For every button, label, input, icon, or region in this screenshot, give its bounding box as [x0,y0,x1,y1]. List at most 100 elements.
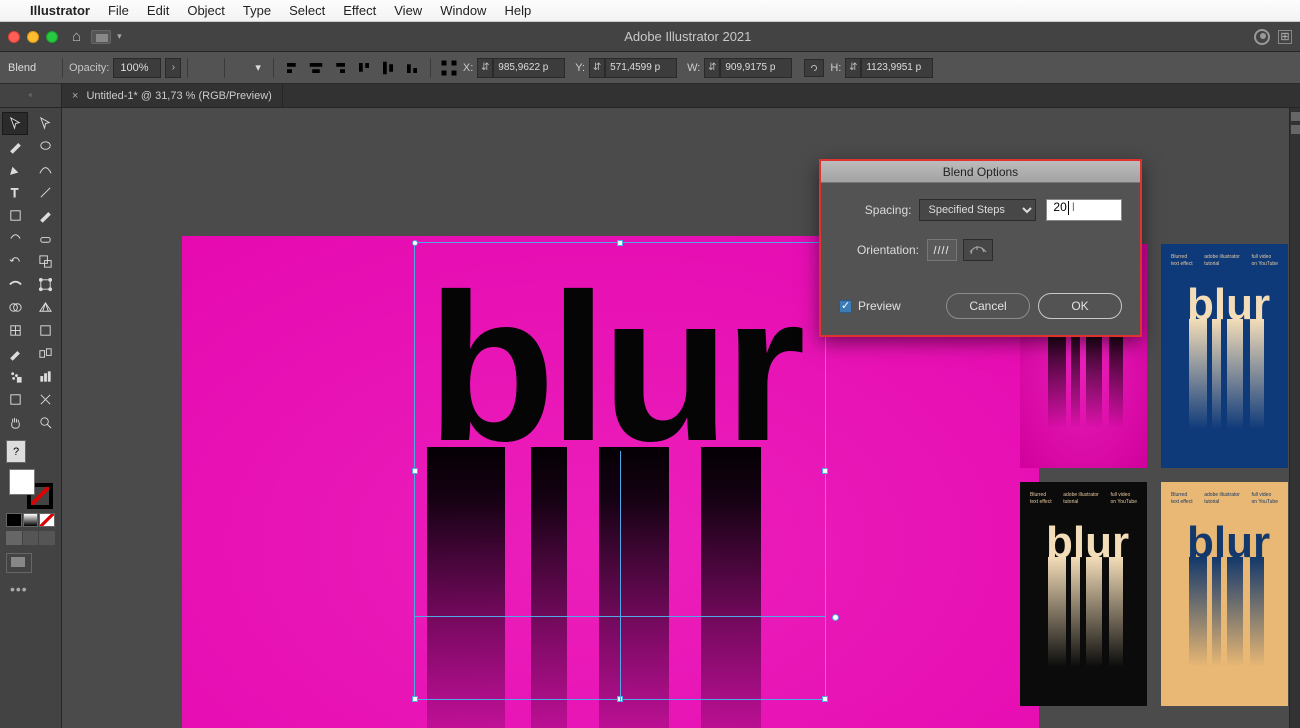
w-stepper[interactable]: ⇵ [704,58,720,78]
draw-normal-icon[interactable] [6,531,22,545]
document-tab[interactable]: × Untitled-1* @ 31,73 % (RGB/Preview) [62,84,283,107]
screen-mode-icon[interactable] [6,553,32,573]
graph-tool-icon[interactable] [33,365,59,388]
x-field[interactable]: 985,9622 p [493,58,565,78]
menu-window[interactable]: Window [440,3,486,18]
direct-selection-tool-icon[interactable] [33,112,59,135]
color-mode-row [0,511,61,529]
curvature-tool-icon[interactable] [33,158,59,181]
color-solid-icon[interactable] [6,513,22,527]
mesh-tool-icon[interactable] [2,319,28,342]
symbol-sprayer-tool-icon[interactable] [2,365,28,388]
y-field[interactable]: 571,4599 p [605,58,677,78]
steps-input[interactable]: 20I [1046,199,1122,221]
align-bottom-icon[interactable] [401,57,423,79]
color-gradient-icon[interactable] [23,513,39,527]
transform-icon[interactable] [232,57,254,79]
artboard-tool-icon[interactable] [2,388,28,411]
spacing-select[interactable]: Specified Steps [919,199,1036,221]
window-zoom-button[interactable] [46,31,58,43]
align-hcenter-icon[interactable] [305,57,327,79]
eyedropper-tool-icon[interactable] [2,342,28,365]
close-tab-icon[interactable]: × [72,90,78,102]
blend-options-dialog: Blend Options Spacing: Specified Steps 2… [819,159,1142,337]
home-icon[interactable]: ⌂ [72,28,81,45]
opacity-field[interactable]: 100% [113,58,161,78]
align-left-icon[interactable] [281,57,303,79]
orientation-align-page-icon[interactable] [927,239,957,261]
thumb-black: Blurredtext effectadobe illustratortutor… [1020,482,1147,706]
unknown-tool-icon[interactable]: ? [6,440,26,463]
menu-file[interactable]: File [108,3,129,18]
align-right-icon[interactable] [329,57,351,79]
free-transform-tool-icon[interactable] [33,273,59,296]
spacing-label: Spacing: [839,203,911,217]
align-vcenter-icon[interactable] [377,57,399,79]
rectangle-tool-icon[interactable] [2,204,28,227]
fill-swatch[interactable] [9,469,35,495]
selection-tool-icon[interactable] [2,112,28,135]
macos-menubar: Illustrator File Edit Object Type Select… [0,0,1300,22]
draw-inside-icon[interactable] [39,531,55,545]
type-tool-icon[interactable]: T [2,181,28,204]
preview-checkbox[interactable] [839,300,852,313]
slice-tool-icon[interactable] [33,388,59,411]
document-tab-title: Untitled-1* @ 31,73 % (RGB/Preview) [86,90,271,102]
workspace-switcher[interactable] [91,30,111,44]
paintbrush-tool-icon[interactable] [33,204,59,227]
hand-tool-icon[interactable] [2,411,28,434]
menu-type[interactable]: Type [243,3,271,18]
panel-dock[interactable] [1289,108,1300,728]
cancel-button[interactable]: Cancel [946,293,1030,319]
menu-view[interactable]: View [394,3,422,18]
magic-wand-tool-icon[interactable] [2,135,28,158]
draw-behind-icon[interactable] [23,531,39,545]
window-close-button[interactable] [8,31,20,43]
fill-stroke-swatches[interactable] [9,469,53,509]
w-field[interactable]: 909,9175 p [720,58,792,78]
window-title: Adobe Illustrator 2021 [122,29,1254,44]
zoom-tool-icon[interactable] [33,411,59,434]
orientation-align-path-icon[interactable] [963,239,993,261]
color-none-icon[interactable] [39,513,55,527]
pen-tool-icon[interactable] [2,158,28,181]
line-tool-icon[interactable] [33,181,59,204]
y-stepper[interactable]: ⇵ [589,58,605,78]
opacity-stepper[interactable]: › [165,58,181,78]
toolbar-collapse-grip[interactable]: « [0,84,62,107]
link-wh-icon[interactable] [804,59,824,77]
window-minimize-button[interactable] [27,31,39,43]
share-button[interactable]: ⊞ [1278,30,1292,44]
align-top-icon[interactable] [353,57,375,79]
x-stepper[interactable]: ⇵ [477,58,493,78]
perspective-grid-tool-icon[interactable] [33,296,59,319]
width-tool-icon[interactable] [2,273,28,296]
lasso-tool-icon[interactable] [33,135,59,158]
edit-toolbar-icon[interactable]: ••• [0,573,61,597]
menu-select[interactable]: Select [289,3,325,18]
scale-tool-icon[interactable] [33,250,59,273]
ok-button[interactable]: OK [1038,293,1122,319]
menu-edit[interactable]: Edit [147,3,169,18]
tools-panel: T ? [0,108,62,728]
orientation-label: Orientation: [839,243,919,257]
menu-effect[interactable]: Effect [343,3,376,18]
blend-tool-icon[interactable] [33,342,59,365]
transform-each-icon[interactable] [438,57,460,79]
y-label: Y: [575,62,585,74]
eraser-tool-icon[interactable] [33,227,59,250]
menu-object[interactable]: Object [187,3,225,18]
rotate-tool-icon[interactable] [2,250,28,273]
draw-mode-row [0,529,61,547]
shaper-tool-icon[interactable] [2,227,28,250]
recolor-artwork-icon[interactable] [195,57,217,79]
app-menu[interactable]: Illustrator [30,3,90,18]
thumb-orange: Blurredtext effectadobe illustratortutor… [1161,482,1288,706]
h-field[interactable]: 1123,9951 p [861,58,933,78]
menu-help[interactable]: Help [504,3,531,18]
user-profile-icon[interactable] [1254,29,1270,45]
gradient-tool-icon[interactable] [33,319,59,342]
h-stepper[interactable]: ⇵ [845,58,861,78]
shape-builder-tool-icon[interactable] [2,296,28,319]
blend-spine-point[interactable] [832,614,839,621]
